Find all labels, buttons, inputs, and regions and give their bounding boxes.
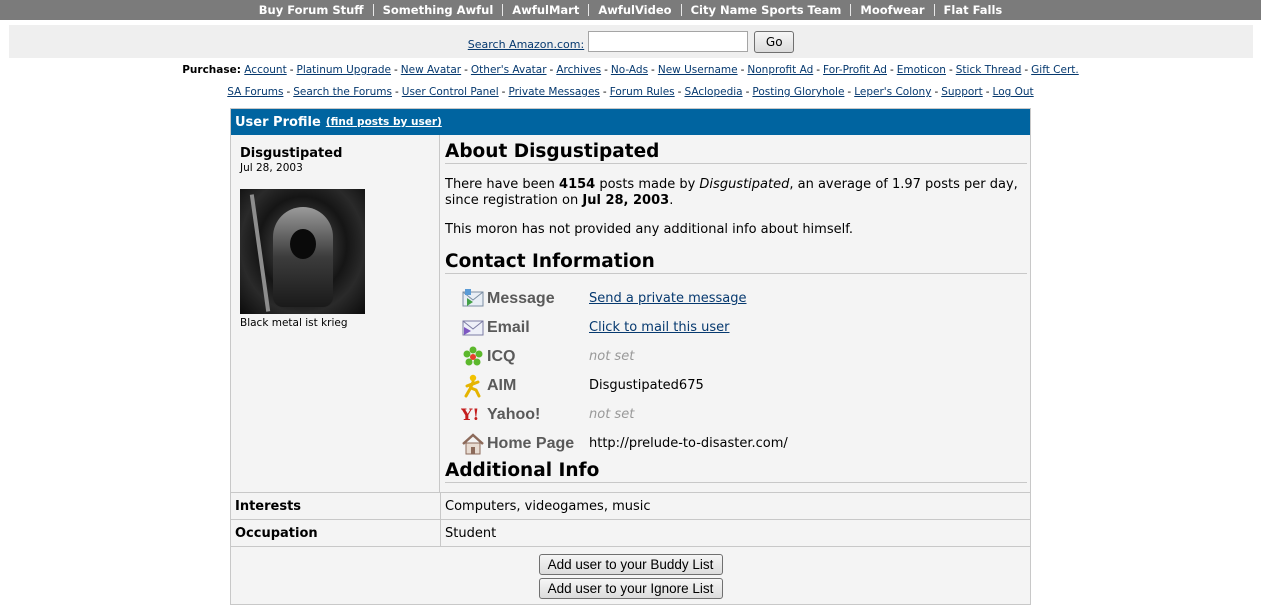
message-icon: [461, 287, 485, 311]
interests-value: Computers, videogames, music: [445, 498, 651, 514]
forum-link-private-messages[interactable]: Private Messages: [508, 86, 599, 98]
add-ignore-button[interactable]: Add user to your Ignore List: [538, 578, 723, 599]
find-posts-link[interactable]: (find posts by user): [326, 116, 442, 128]
forum-links-row: SA Forums - Search the Forums - User Control…: [227, 86, 1034, 98]
profile-actions: Add user to your Buddy List Add user to …: [231, 546, 1030, 604]
contact-value-message: Send a private message: [589, 291, 747, 306]
contact-row-homepage: Home Page http://prelude-to-disaster.com…: [461, 429, 1026, 458]
contact-row-aim: AIM Disgustipated675: [461, 371, 1026, 400]
purchase-link-new-username[interactable]: New Username: [658, 64, 738, 76]
interests-label: Interests: [231, 493, 441, 519]
about-text-part: posts made by: [595, 177, 700, 192]
contact-row-message: Message Send a private message: [461, 284, 1026, 313]
registration-date: Jul 28, 2003: [240, 162, 303, 174]
forum-link-saclopedia[interactable]: SAclopedia: [684, 86, 742, 98]
about-username: Disgustipated: [699, 177, 790, 192]
contact-label-message: Message: [487, 289, 555, 307]
contact-heading: Contact Information: [445, 251, 1027, 274]
top-nav-bar: Buy Forum Stuff Something Awful AwfulMar…: [0, 0, 1261, 20]
additional-info-heading: Additional Info: [445, 460, 1027, 483]
contact-row-yahoo: Y! Yahoo! not set: [461, 400, 1026, 429]
send-private-message-link[interactable]: Send a private message: [589, 291, 747, 306]
forum-link-forum-rules[interactable]: Forum Rules: [610, 86, 675, 98]
contact-label-yahoo: Yahoo!: [487, 405, 541, 423]
occupation-row: Occupation Student: [231, 519, 1030, 546]
about-registration-date: Jul 28, 2003: [582, 193, 670, 208]
avatar-staff-shape: [249, 194, 271, 312]
purchase-link-no-ads[interactable]: No-Ads: [611, 64, 648, 76]
contact-label-aim: AIM: [487, 376, 517, 394]
contact-value-email: Click to mail this user: [589, 320, 730, 335]
contact-value-icq: not set: [589, 349, 635, 364]
occupation-label: Occupation: [231, 520, 441, 546]
add-buddy-button[interactable]: Add user to your Buddy List: [538, 554, 723, 575]
profile-header-title: User Profile: [235, 114, 321, 130]
purchase-link-for-profit-ad[interactable]: For-Profit Ad: [823, 64, 887, 76]
interests-row: Interests Computers, videogames, music: [231, 492, 1030, 519]
contact-list: Message Send a private message Email Cli…: [461, 284, 1026, 458]
topnav-flat-falls[interactable]: Flat Falls: [935, 3, 1012, 17]
topnav-awfulmart[interactable]: AwfulMart: [503, 3, 588, 17]
purchase-link-gift-cert[interactable]: Gift Cert.: [1031, 64, 1079, 76]
topnav-city-name-sports-team[interactable]: City Name Sports Team: [682, 3, 851, 17]
contact-label-email: Email: [487, 318, 530, 336]
purchase-link-platinum-upgrade[interactable]: Platinum Upgrade: [297, 64, 392, 76]
post-count: 4154: [559, 177, 596, 192]
purchase-label: Purchase:: [182, 64, 241, 76]
contact-value-yahoo: not set: [589, 407, 635, 422]
forum-link-sa-forums[interactable]: SA Forums: [227, 86, 283, 98]
user-profile-panel: User Profile (find posts by user) Disgus…: [230, 108, 1031, 605]
contact-label-icq: ICQ: [487, 347, 516, 365]
profile-header: User Profile (find posts by user): [231, 109, 1030, 135]
forum-link-support[interactable]: Support: [941, 86, 983, 98]
avatar-face-shape: [290, 229, 316, 259]
topnav-moofwear[interactable]: Moofwear: [851, 3, 933, 17]
topnav-buy-forum-stuff[interactable]: Buy Forum Stuff: [250, 3, 373, 17]
contact-value-homepage: http://prelude-to-disaster.com/: [589, 436, 788, 451]
purchase-link-archives[interactable]: Archives: [556, 64, 601, 76]
contact-row-email: Email Click to mail this user: [461, 313, 1026, 342]
about-text-part: .: [669, 193, 674, 208]
purchase-link-new-avatar[interactable]: New Avatar: [401, 64, 461, 76]
home-icon: [461, 432, 485, 456]
forum-link-log-out[interactable]: Log Out: [993, 86, 1034, 98]
amazon-search-input[interactable]: [588, 31, 749, 52]
purchase-link-emoticon[interactable]: Emoticon: [897, 64, 946, 76]
amazon-search-bar: Search Amazon.com: Go: [9, 25, 1253, 58]
contact-value-aim: Disgustipated675: [589, 378, 704, 393]
forum-link-lepers-colony[interactable]: Leper's Colony: [854, 86, 931, 98]
profile-right-column: About Disgustipated There have been 4154…: [441, 135, 1030, 492]
purchase-link-stick-thread[interactable]: Stick Thread: [956, 64, 1022, 76]
aim-running-man-icon: [461, 374, 485, 398]
yahoo-icon: Y!: [461, 403, 485, 427]
purchase-link-nonprofit-ad[interactable]: Nonprofit Ad: [747, 64, 813, 76]
about-additional-text: This moron has not provided any addition…: [445, 222, 853, 237]
avatar-caption: Black metal ist krieg: [240, 317, 348, 329]
purchase-link-others-avatar[interactable]: Other's Avatar: [471, 64, 547, 76]
contact-row-icq: ICQ not set: [461, 342, 1026, 371]
avatar: [240, 189, 365, 314]
about-text-part: There have been: [445, 177, 560, 192]
mail-user-link[interactable]: Click to mail this user: [589, 320, 730, 335]
contact-label-homepage: Home Page: [487, 434, 575, 452]
about-heading: About Disgustipated: [445, 141, 1027, 164]
purchase-links-row: Purchase: Account - Platinum Upgrade - New A…: [182, 64, 1079, 76]
amazon-go-button[interactable]: Go: [754, 30, 795, 53]
about-stats-text: There have been 4154 posts made by Disgu…: [445, 177, 1026, 209]
svg-text:Y!: Y!: [461, 405, 479, 424]
topnav-something-awful[interactable]: Something Awful: [374, 3, 503, 17]
forum-link-posting-gloryhole[interactable]: Posting Gloryhole: [752, 86, 844, 98]
username: Disgustipated: [240, 146, 343, 161]
occupation-value: Student: [445, 525, 497, 541]
email-icon: [461, 316, 485, 340]
icq-flower-icon: [461, 345, 485, 369]
profile-left-column: Disgustipated Jul 28, 2003 Black metal i…: [231, 135, 440, 492]
topnav-awfulvideo[interactable]: AwfulVideo: [589, 3, 680, 17]
amazon-search-label[interactable]: Search Amazon.com:: [468, 38, 584, 51]
forum-link-user-control-panel[interactable]: User Control Panel: [402, 86, 499, 98]
purchase-link-account[interactable]: Account: [244, 64, 286, 76]
forum-link-search[interactable]: Search the Forums: [293, 86, 392, 98]
